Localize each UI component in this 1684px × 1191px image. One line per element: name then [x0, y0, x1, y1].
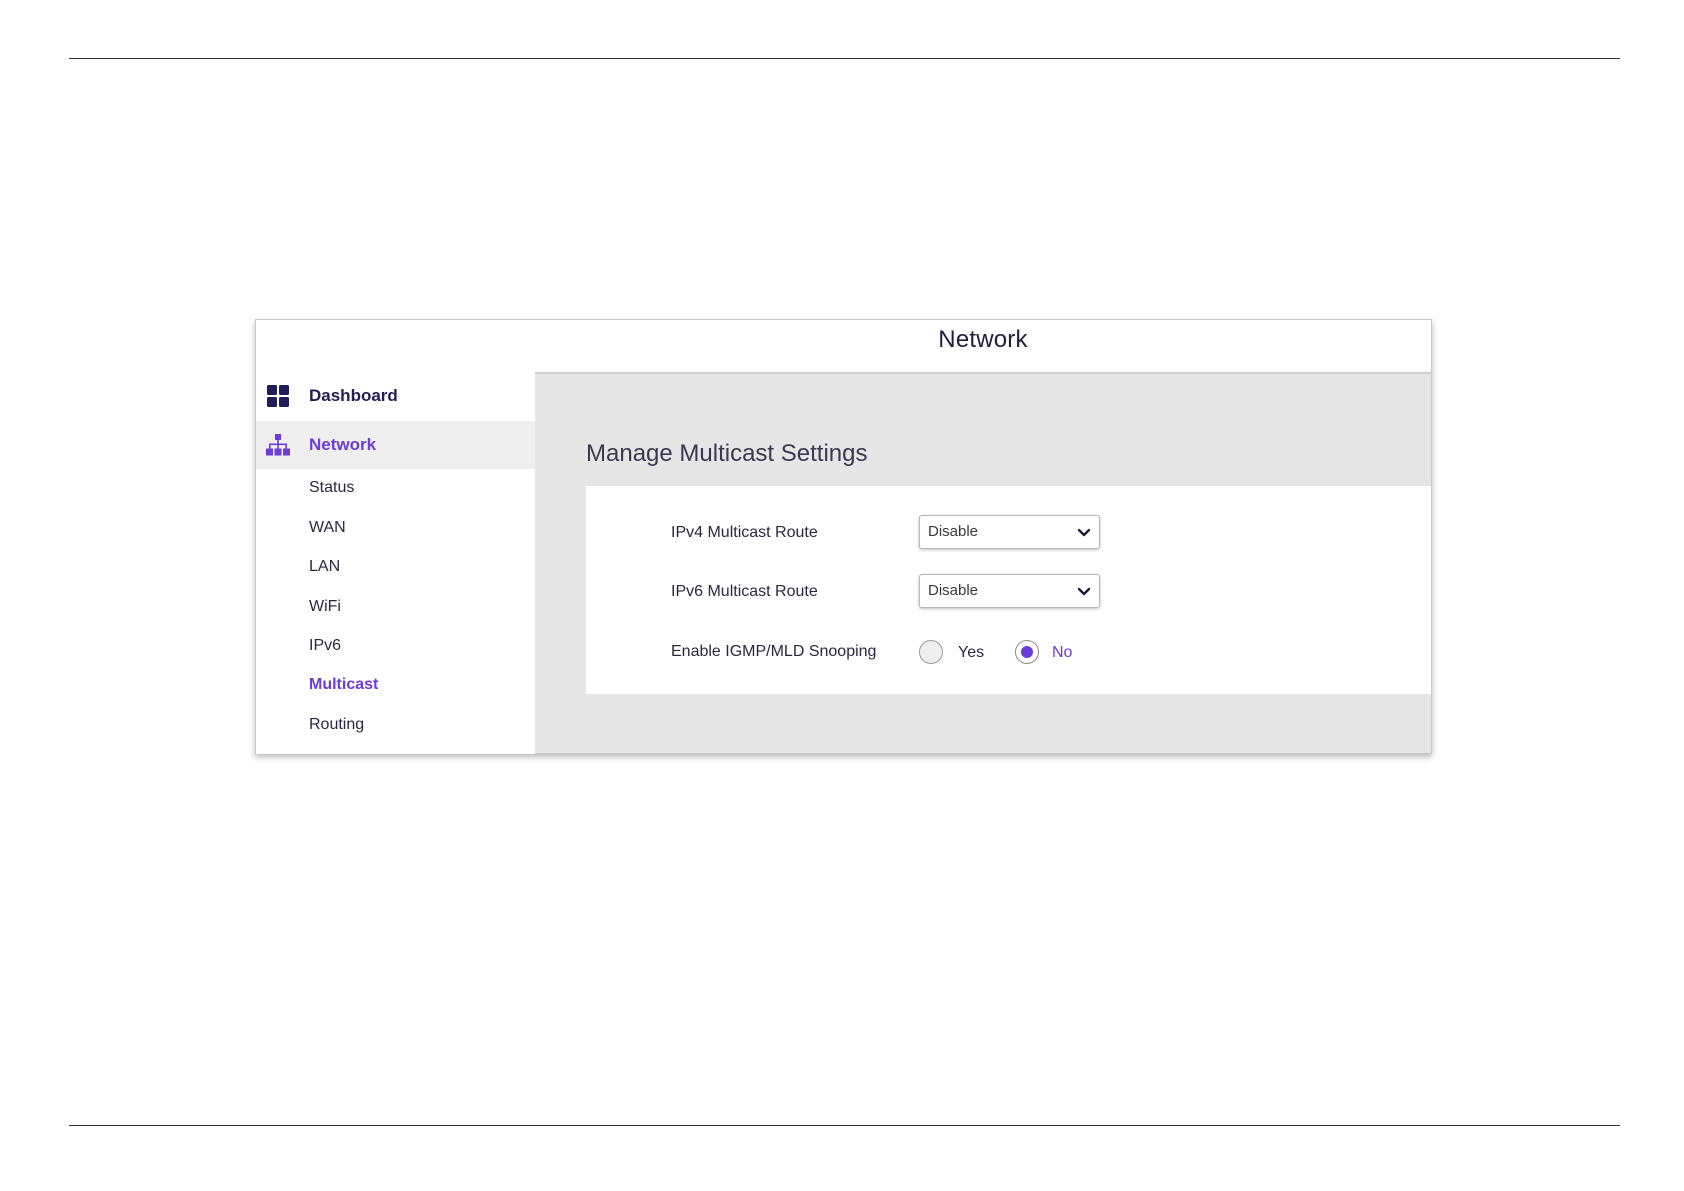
snooping-no-label[interactable]: No — [1052, 644, 1072, 662]
sidebar-subitem-multicast[interactable]: Multicast — [309, 676, 378, 694]
ipv4-multicast-route-label: IPv4 Multicast Route — [671, 524, 818, 541]
sidebar-item-label: Network — [309, 435, 377, 454]
ipv6-multicast-route-label: IPv6 Multicast Route — [671, 583, 818, 600]
sidebar-subitem-wan[interactable]: WAN — [309, 519, 346, 537]
network-tree-icon — [266, 433, 290, 457]
sidebar-subitem-lan[interactable]: LAN — [309, 558, 340, 576]
multicast-settings-card: IPv4 Multicast Route Disable IPv6 Multic… — [586, 486, 1431, 694]
igmp-mld-snooping-label: Enable IGMP/MLD Snooping — [671, 643, 877, 660]
page-bottom-rule — [69, 1125, 1620, 1126]
sidebar-item-label: Dashboard — [309, 386, 398, 405]
ipv6-multicast-route-value: Disable — [928, 582, 979, 599]
snooping-no-radio[interactable] — [1015, 640, 1039, 664]
snooping-yes-label[interactable]: Yes — [958, 644, 984, 662]
sidebar-subitem-ipv6[interactable]: IPv6 — [309, 637, 341, 655]
ipv6-multicast-route-select[interactable]: Disable — [919, 574, 1100, 608]
sidebar-subitem-routing[interactable]: Routing — [309, 716, 364, 734]
ipv4-multicast-route-select[interactable]: Disable — [919, 515, 1100, 549]
ipv4-multicast-route-value: Disable — [928, 523, 979, 540]
sidebar-subitem-wifi[interactable]: WiFi — [309, 598, 341, 616]
sidebar-subitem-status[interactable]: Status — [309, 479, 354, 497]
main-content: Manage Multicast Settings IPv4 Multicast… — [535, 372, 1431, 753]
page-title: Network — [938, 326, 1028, 353]
snooping-yes-radio[interactable] — [919, 640, 943, 664]
chevron-down-icon — [1077, 528, 1091, 537]
router-settings-window: Network Dashboard Network Status WAN LAN… — [255, 319, 1432, 754]
sidebar-item-network[interactable]: Network — [256, 421, 535, 469]
sidebar: Dashboard Network Status WAN LAN WiFi IP… — [256, 372, 535, 754]
chevron-down-icon — [1077, 587, 1091, 596]
section-title: Manage Multicast Settings — [586, 440, 868, 467]
sidebar-item-dashboard[interactable]: Dashboard — [256, 372, 535, 420]
page-top-rule — [69, 58, 1620, 59]
dashboard-grid-icon — [266, 384, 290, 408]
